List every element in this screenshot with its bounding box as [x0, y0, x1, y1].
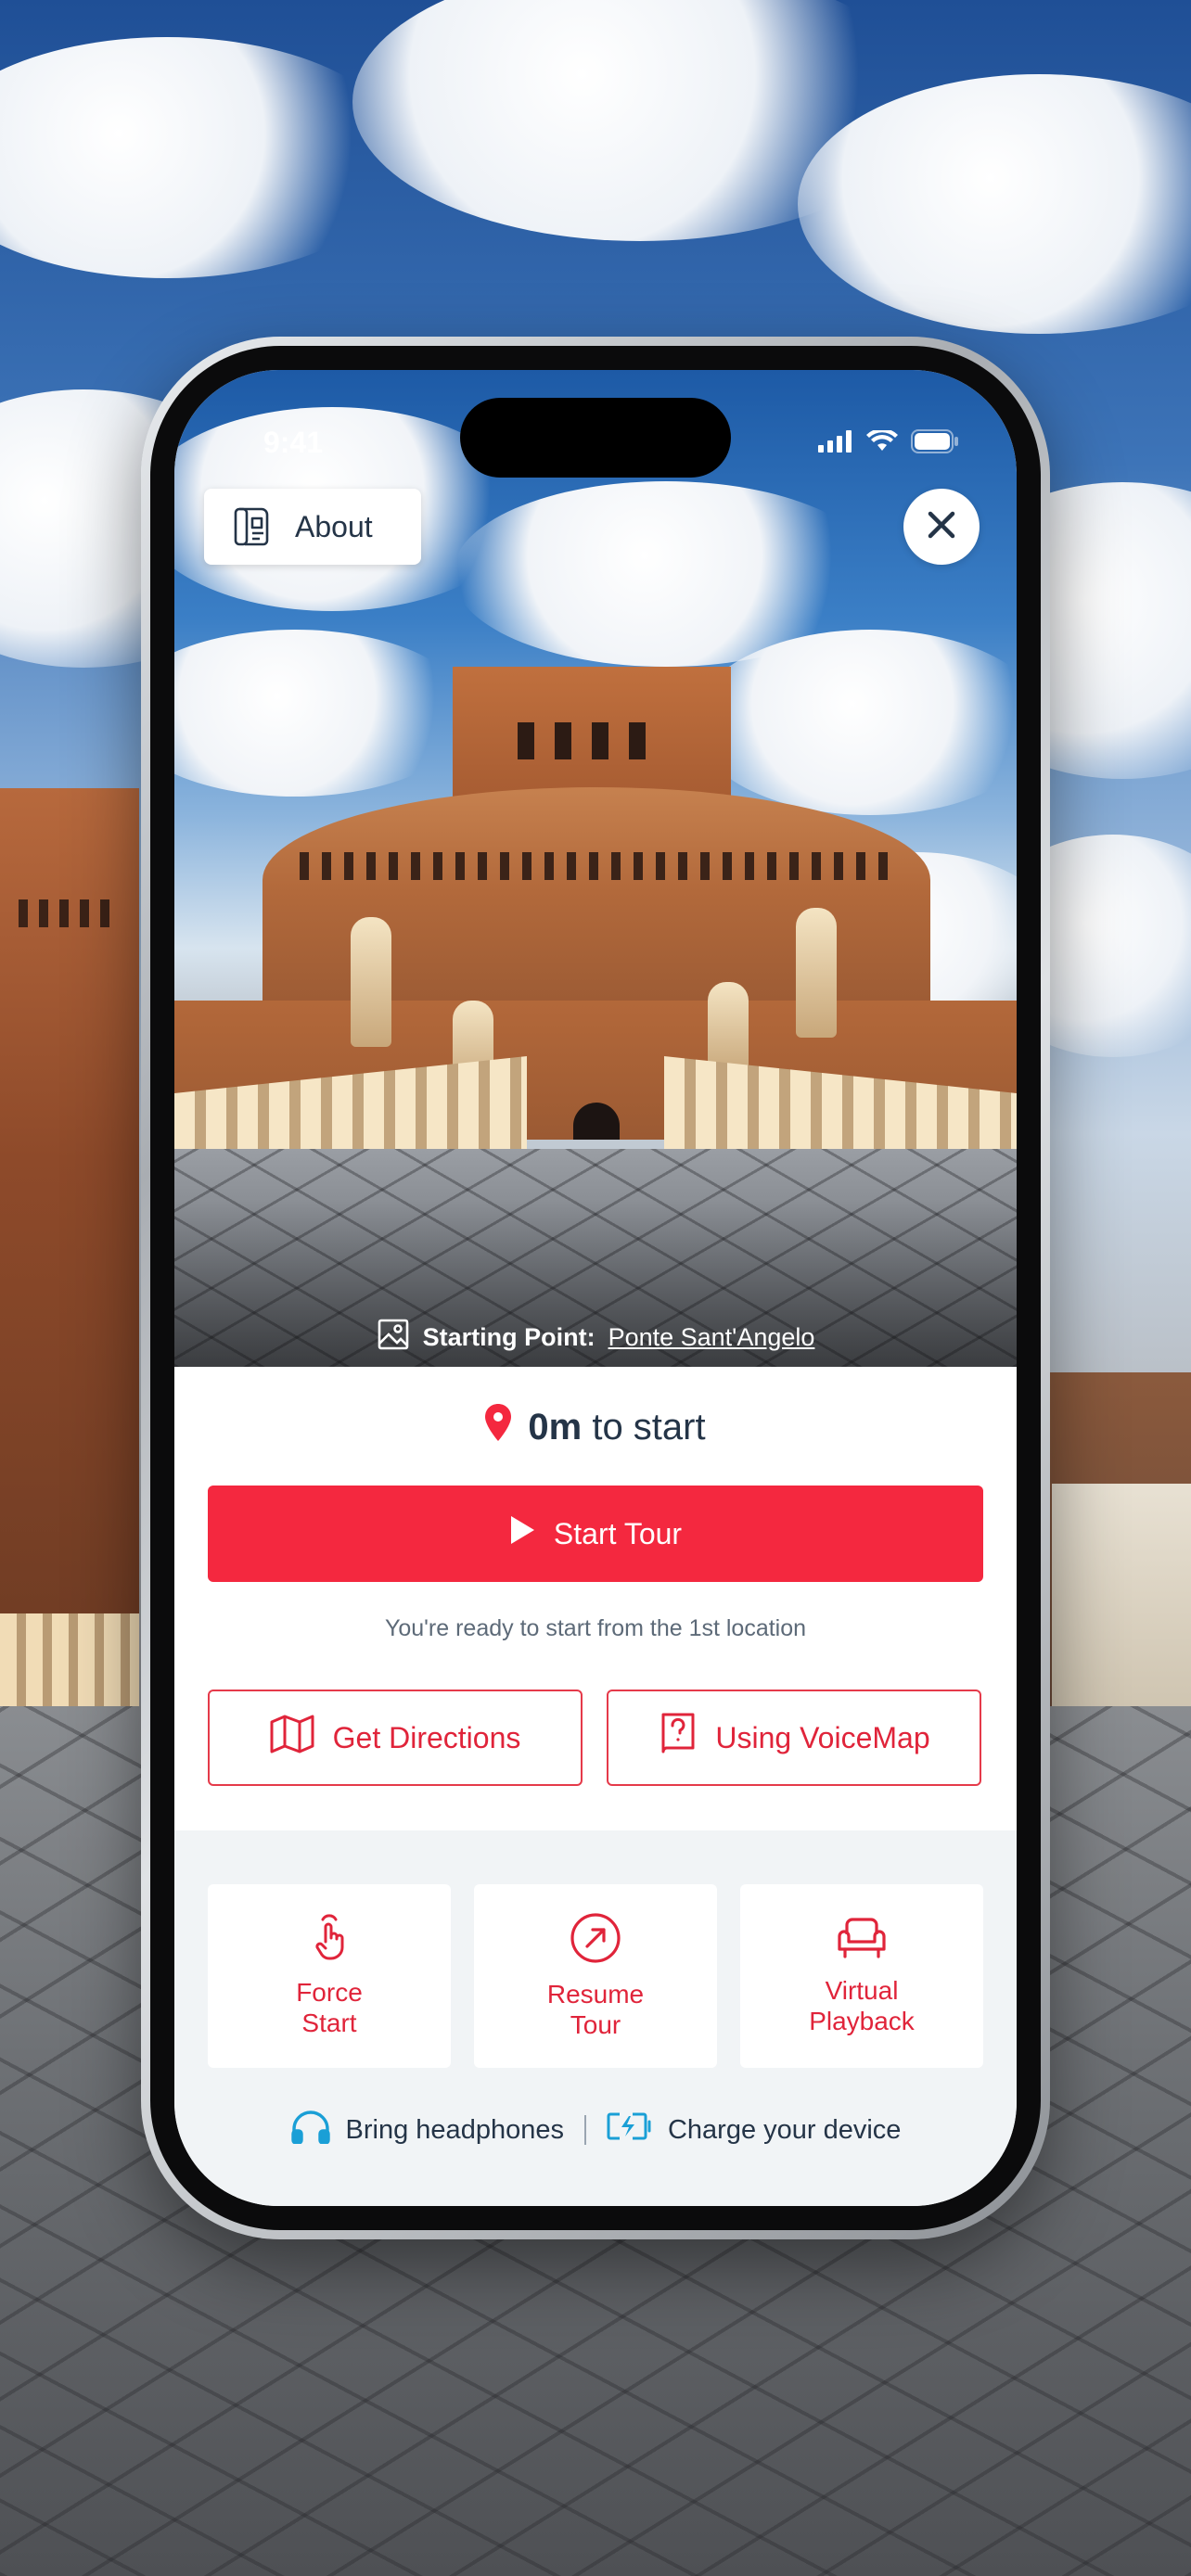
phone-frame: 9:41 About Starting Point: Ponte Sant'An… — [141, 337, 1050, 2239]
bring-headphones-tip: Bring headphones — [345, 2114, 564, 2145]
tips-row: Bring headphones Charge your device — [174, 2109, 1017, 2151]
force-start-tile[interactable]: Force Start — [208, 1884, 451, 2068]
app-screen: 9:41 About Starting Point: Ponte Sant'An… — [174, 370, 1017, 2206]
play-icon — [509, 1515, 535, 1552]
using-voicemap-button[interactable]: Using VoiceMap — [607, 1690, 981, 1786]
starting-point-caption: Starting Point: Ponte Sant'Angelo — [174, 1318, 1017, 1358]
ready-message: You're ready to start from the 1st locat… — [384, 1615, 807, 1641]
tour-start-panel: 0m to start Start Tour You're ready to s… — [174, 1367, 1017, 1830]
compass-arrow-icon — [570, 1912, 621, 1970]
headphones-icon — [290, 2109, 331, 2151]
close-icon — [926, 509, 957, 545]
map-icon — [270, 1715, 314, 1761]
virtual-playback-label: Virtual Playback — [809, 1976, 915, 2035]
distance-to-start: 0m to start — [174, 1404, 1017, 1450]
status-icons — [818, 427, 959, 458]
distance-suffix: to start — [592, 1406, 706, 1447]
start-tour-button[interactable]: Start Tour — [208, 1486, 983, 1582]
battery-icon — [911, 429, 959, 458]
about-button[interactable]: About — [204, 489, 421, 565]
get-directions-label: Get Directions — [332, 1720, 521, 1754]
armchair-icon — [836, 1916, 888, 1967]
wifi-icon — [866, 427, 898, 457]
castle-left-background — [0, 788, 139, 1715]
close-button[interactable] — [903, 489, 980, 565]
charge-device-tip: Charge your device — [667, 2114, 902, 2145]
force-start-label: Force Start — [296, 1978, 363, 2037]
distance-value: 0m — [528, 1406, 583, 1447]
resume-tour-label: Resume Tour — [546, 1980, 645, 2039]
start-tour-label: Start Tour — [553, 1516, 683, 1550]
dynamic-island — [460, 398, 731, 478]
about-label: About — [295, 509, 373, 543]
help-book-icon — [658, 1713, 697, 1763]
tap-hand-icon — [310, 1914, 349, 1969]
status-time: 9:41 — [263, 426, 324, 459]
starting-point-link[interactable]: Ponte Sant'Angelo — [608, 1323, 815, 1352]
virtual-playback-tile[interactable]: Virtual Playback — [740, 1884, 983, 2068]
charging-battery-icon — [607, 2111, 653, 2149]
using-voicemap-label: Using VoiceMap — [715, 1720, 930, 1754]
guidebook-icon — [230, 500, 280, 555]
get-directions-button[interactable]: Get Directions — [208, 1690, 583, 1786]
signal-icon — [818, 430, 853, 457]
options-area: Force Start Resume Tour Virtual Playback… — [174, 1830, 1017, 2206]
tips-divider — [583, 2115, 586, 2145]
resume-tour-tile[interactable]: Resume Tour — [474, 1884, 717, 2068]
starting-point-label: Starting Point: — [422, 1323, 596, 1351]
location-pin-icon — [485, 1404, 512, 1450]
image-icon — [377, 1318, 410, 1358]
